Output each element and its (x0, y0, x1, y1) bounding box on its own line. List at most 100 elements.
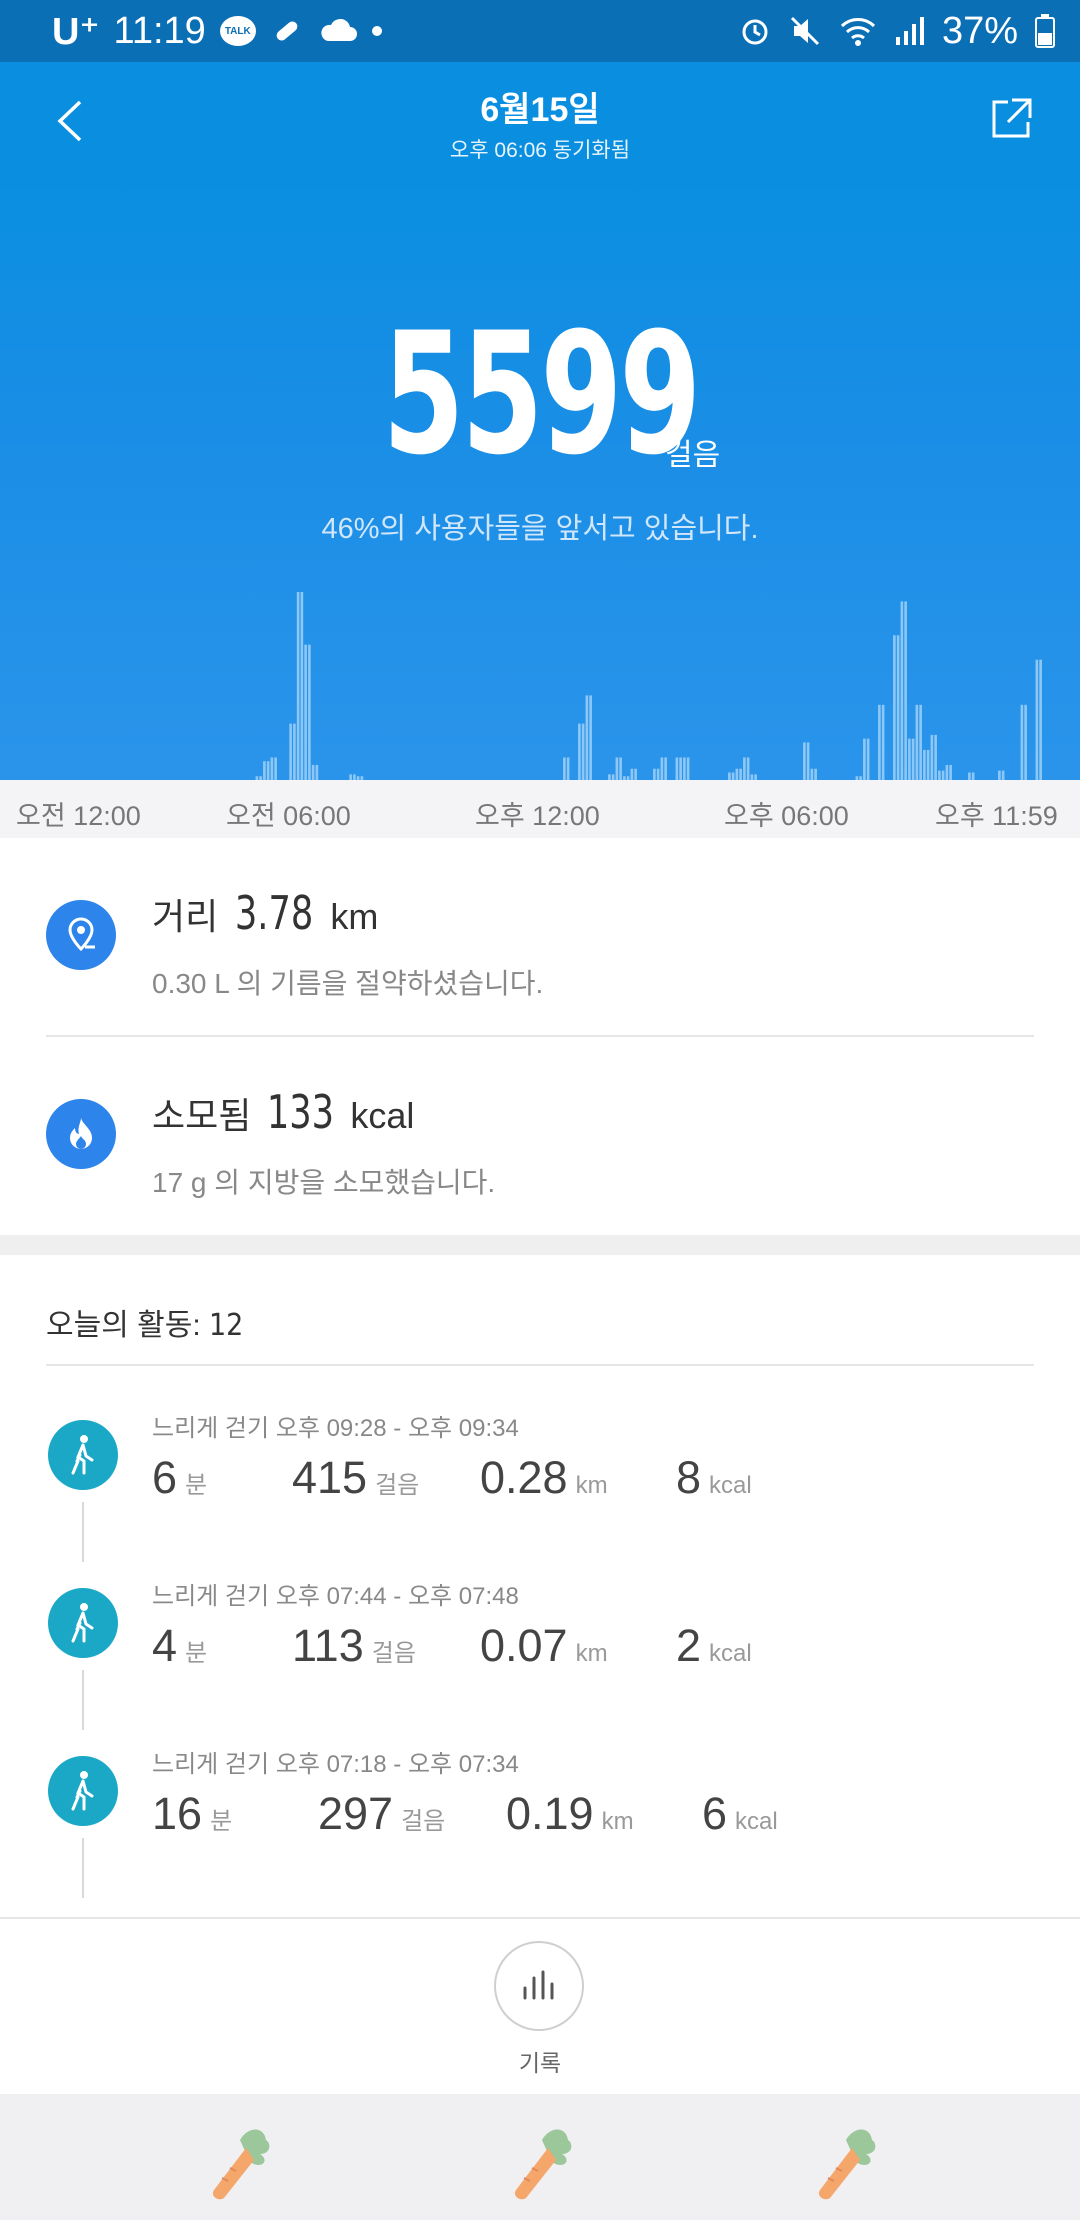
chart-bar (664, 757, 667, 780)
chart-bar (300, 592, 304, 780)
chart-bar (634, 768, 637, 780)
activity-item[interactable]: 느리게 걷기 오후 07:44 - 오후 07:48 4분 113 걸음 0.07… (0, 1568, 1080, 1736)
steps-unit: 걸음 (665, 439, 721, 472)
chart-bar (941, 770, 945, 780)
location-pin-icon (46, 900, 116, 970)
axis-label-0: 오전 12:00 (16, 801, 141, 831)
section-gap (0, 1235, 1080, 1255)
chart-bar (938, 770, 941, 780)
activity-minutes-unit: 분 (185, 1640, 208, 1667)
chart-bar (814, 768, 817, 780)
chart-bar (619, 757, 622, 780)
calories-sub: 17 g 의 지방을 소모했습니다. (152, 1167, 496, 1198)
distance-unit: km (330, 896, 379, 937)
activity-header: 느리게 걷기 오후 07:18 - 오후 07:34 (152, 1751, 519, 1778)
activity-kcal: 6 (702, 1788, 728, 1839)
walking-icon (48, 1420, 118, 1490)
back-carrot-icon[interactable] (806, 2118, 886, 2202)
activity-minutes: 6 (152, 1452, 178, 1503)
chart-bar (566, 757, 570, 780)
chart-bar (293, 723, 296, 780)
share-icon[interactable] (988, 96, 1034, 142)
distance-card[interactable]: 거리 3.78 km 0.30 L 의 기름을 절약하셨습니다. (0, 838, 1080, 1036)
chart-bar (581, 723, 585, 780)
chart-bar (806, 742, 810, 780)
chart-bar (915, 704, 919, 780)
chart-bar (810, 768, 814, 780)
chart-bar (934, 734, 937, 780)
record-button[interactable] (494, 1941, 584, 2031)
chart-bar (296, 592, 300, 780)
calories-card[interactable]: 소모됨 133 kcal 17 g 의 지방을 소모했습니다. (0, 1037, 1080, 1235)
activities-count: 12 (209, 1308, 244, 1343)
cloud-icon (321, 18, 357, 41)
bar-chart-icon (523, 1970, 554, 2000)
status-bar: U⁺ 11:19 TALK 37% (0, 0, 1080, 62)
chart-bar (735, 768, 739, 780)
activity-distance-unit: km (575, 1472, 608, 1499)
signal-icon (895, 17, 924, 45)
chart-bar (746, 757, 750, 780)
axis-label-3: 오후 06:00 (724, 801, 849, 831)
alarm-icon (742, 19, 768, 45)
chart-bar (728, 772, 731, 780)
chart-bar (968, 772, 971, 780)
chart-bar (739, 768, 742, 780)
activity-distance: 0.19 (506, 1788, 594, 1839)
chart-bar (945, 764, 949, 780)
activity-kcal-unit: kcal (709, 1472, 752, 1499)
activity-minutes-unit: 분 (210, 1808, 233, 1835)
mute-icon (790, 16, 819, 46)
axis-label-1: 오전 06:00 (226, 801, 351, 831)
chart-bar (270, 757, 274, 780)
wifi-icon (840, 18, 875, 46)
page-title: 6월15일 (480, 91, 600, 129)
chart-bar (1024, 704, 1027, 780)
notification-dot-icon (371, 26, 382, 36)
chart-bar (900, 601, 904, 780)
timeline-connector (82, 1838, 84, 1898)
activities-label: 오늘의 활동: (46, 1309, 201, 1342)
chart-bar (578, 723, 581, 780)
battery-percent: 37% (941, 9, 1018, 52)
distance-value: 3.78 (235, 886, 314, 940)
activity-kcal-unit: kcal (709, 1640, 752, 1667)
time-axis: 오전 12:00 오전 06:00 오후 12:00 오후 06:00 오후 1… (0, 780, 1080, 838)
chart-bar (923, 749, 926, 780)
carrier-label: U⁺ (52, 10, 100, 53)
activities-title: 오늘의 활동: 12 (46, 1300, 243, 1344)
recent-apps-carrot-icon[interactable] (200, 2118, 280, 2202)
activity-steps: 297 (318, 1788, 394, 1839)
activity-item[interactable]: 느리게 걷기 오후 07:18 - 오후 07:34 16 분 297 걸음 0.1… (0, 1736, 1080, 1904)
chart-bar (1039, 659, 1042, 780)
chart-bar (908, 738, 911, 780)
divider (46, 1364, 1034, 1366)
chart-bar (263, 761, 266, 780)
rank-text: 46%의 사용자들을 앞서고 있습니다. (321, 513, 759, 545)
activity-item[interactable]: 느리게 걷기 오후 09:28 - 오후 09:34 6분 415 걸음 0.28… (0, 1400, 1080, 1568)
chart-bar (904, 601, 907, 780)
chart-bar (949, 764, 952, 780)
pill-icon (276, 21, 298, 41)
activity-steps-unit: 걸음 (371, 1640, 416, 1667)
chart-bar (731, 772, 735, 780)
chart-bar (803, 742, 806, 780)
record-label: 기록 (518, 2050, 562, 2076)
walking-icon (48, 1756, 118, 1826)
chart-bar (585, 695, 589, 780)
activity-header: 느리게 걷기 오후 09:28 - 오후 09:34 (152, 1415, 519, 1442)
chart-bar (563, 757, 566, 780)
chart-bar (274, 757, 277, 780)
chart-bar (315, 764, 319, 780)
walking-icon (48, 1588, 118, 1658)
status-time: 11:19 (113, 9, 206, 52)
chart-bar (683, 757, 686, 780)
distance-sub: 0.30 L 의 기름을 절약하셨습니다. (152, 968, 544, 999)
chart-bar (743, 757, 746, 780)
activity-minutes-unit: 분 (185, 1472, 208, 1499)
kakaotalk-icon: TALK (219, 16, 256, 46)
steps-summary: 5599 걸음 46%의 사용자들을 앞서고 있습니다. (0, 180, 1080, 780)
steps-count: 5599 (382, 296, 701, 492)
home-carrot-icon[interactable] (502, 2118, 582, 2202)
activity-steps-unit: 걸음 (375, 1472, 420, 1499)
